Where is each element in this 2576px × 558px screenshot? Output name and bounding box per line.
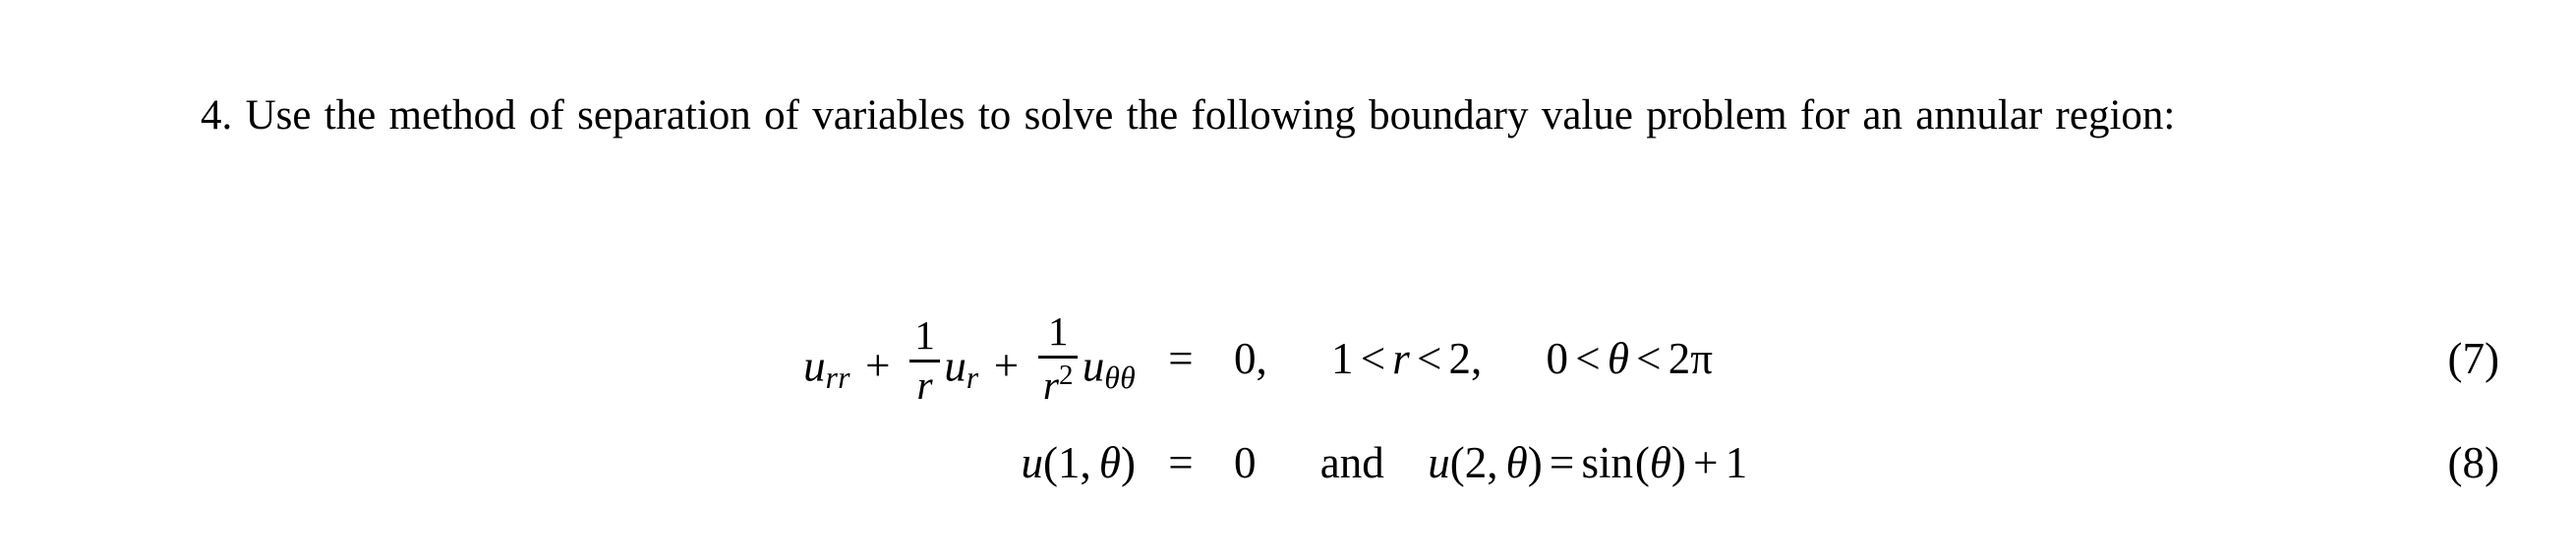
less-than-operator: < <box>1575 334 1601 383</box>
equation-row-7: urr +1 r ur +1 r2 uθθ = 0, 1 < r <2, 0 < θ <2π (7) <box>0 295 2576 422</box>
equation-7-value: 0, <box>1234 334 1267 383</box>
argument-comma: , <box>1487 438 1498 487</box>
equation-row-8: u(1, θ) = 0 and u(2, θ) = sin(θ) +1 (8) <box>0 422 2576 503</box>
less-than-operator: < <box>1636 334 1662 383</box>
fraction-one-over-r-squared: 1 r2 <box>1033 307 1083 408</box>
document-page: 4. Use the method of separation of varia… <box>0 0 2576 558</box>
sine-argument: θ <box>1649 438 1671 487</box>
fraction-denominator: r <box>916 362 933 408</box>
theta-argument-2: θ <box>1505 438 1528 487</box>
radius-argument: 1 <box>1058 438 1081 487</box>
fraction-bar <box>1037 356 1079 360</box>
r-domain-lower: 1 <box>1331 334 1354 383</box>
open-paren: ( <box>1634 438 1650 487</box>
r-domain-upper: 2, <box>1448 334 1483 383</box>
fraction-one-over-r: 1r <box>906 311 945 408</box>
plus-operator-3: + <box>1693 438 1719 487</box>
equation-7-left-side: urr +1 r ur +1 r2 uθθ <box>0 307 1136 408</box>
boundary-function-name: u <box>1021 438 1044 487</box>
inner-equals-sign: = <box>1549 438 1575 487</box>
u-rr-base: u <box>803 341 826 391</box>
theta-domain-lower: 0 <box>1546 334 1569 383</box>
open-paren: ( <box>1043 438 1059 487</box>
u-theta-theta-subscript: θθ <box>1104 360 1136 395</box>
sine-function-name: sin <box>1581 438 1634 487</box>
plus-operator-2: + <box>993 341 1020 391</box>
conjunction-and: and <box>1319 438 1384 487</box>
equation-array: urr +1 r ur +1 r2 uθθ = 0, 1 < r <2, 0 < θ <2π (7) u(1… <box>0 295 2576 503</box>
denominator-exponent: 2 <box>1058 359 1074 391</box>
equation-tag-8: (8) <box>2447 438 2499 487</box>
fraction-denominator: r2 <box>1038 359 1079 408</box>
radius-argument-2: 2 <box>1464 438 1488 487</box>
equation-tag-7: (7) <box>2447 334 2499 383</box>
boundary-function-name-2: u <box>1428 438 1450 487</box>
theta-argument: θ <box>1098 438 1121 487</box>
equation-7-right-side: 0, 1 < r <2, 0 < θ <2π <box>1226 333 2576 384</box>
equation-8-right-side: 0 and u(2, θ) = sin(θ) +1 <box>1226 437 2576 488</box>
plus-operator-1: + <box>865 341 891 391</box>
argument-comma: , <box>1080 438 1091 487</box>
r-domain-variable: r <box>1392 334 1410 383</box>
u-r-base: u <box>944 341 966 391</box>
additive-constant: 1 <box>1725 438 1748 487</box>
theta-domain-variable: θ <box>1607 334 1629 383</box>
equation-7-equals-sign: = <box>1168 334 1194 383</box>
less-than-operator: < <box>1360 334 1386 383</box>
fraction-numerator: 1 <box>914 311 935 358</box>
equation-8-equals-sign: = <box>1168 438 1194 487</box>
close-paren: ) <box>1121 438 1136 487</box>
close-paren: ) <box>1670 438 1686 487</box>
theta-domain-upper: 2π <box>1668 334 1713 383</box>
denominator-base: r <box>1042 362 1059 408</box>
close-paren: ) <box>1527 438 1543 487</box>
equation-8-value: 0 <box>1234 438 1257 487</box>
problem-statement-paragraph: 4. Use the method of separation of varia… <box>201 92 2176 139</box>
fraction-numerator: 1 <box>1047 307 1069 354</box>
u-r-subscript: r <box>966 360 979 395</box>
u-theta-theta-base: u <box>1082 341 1105 391</box>
open-paren: ( <box>1449 438 1465 487</box>
u-rr-subscript: rr <box>825 360 850 395</box>
equation-8-left-side: u(1, θ) <box>0 437 1136 488</box>
less-than-operator: < <box>1416 334 1442 383</box>
